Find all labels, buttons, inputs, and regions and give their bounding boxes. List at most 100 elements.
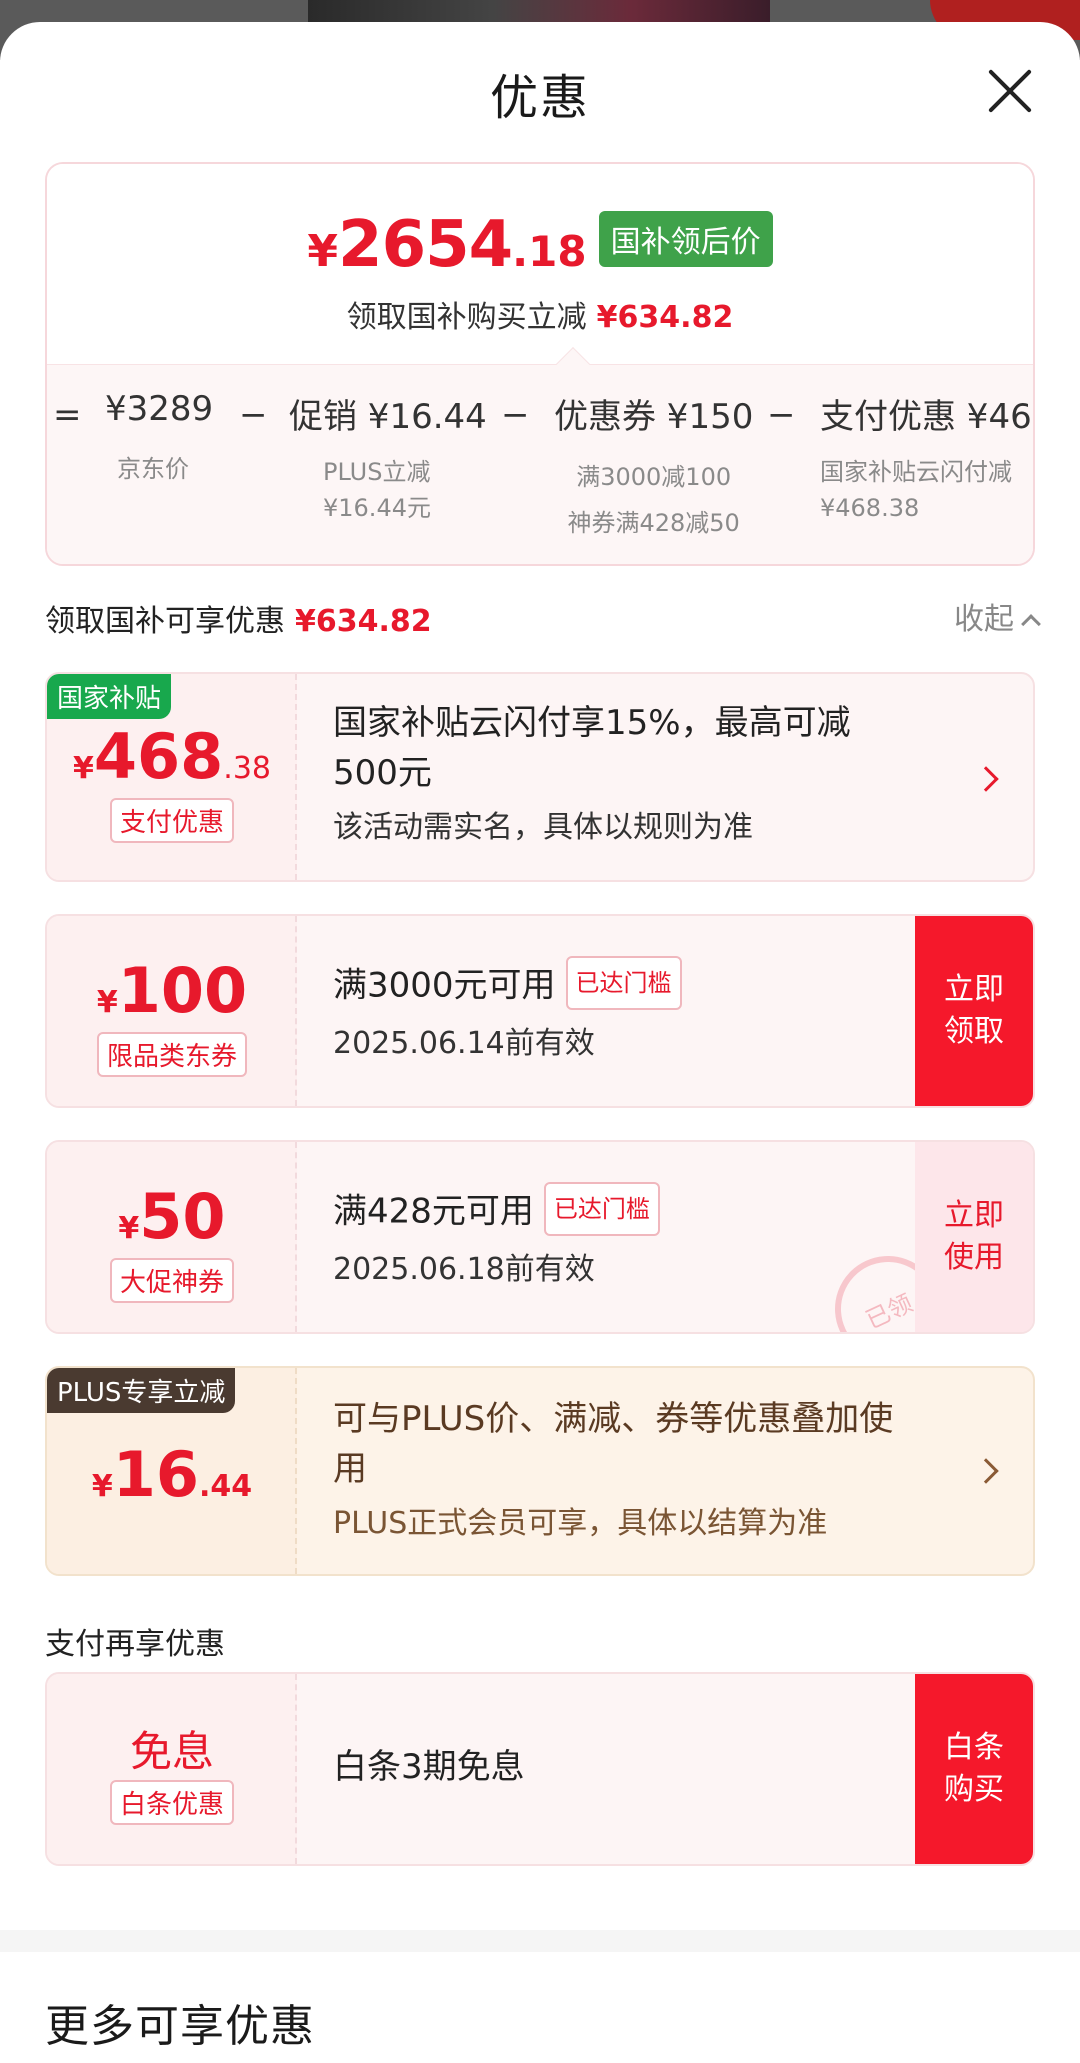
formula-value: 优惠券 ¥150 — [554, 397, 754, 437]
coupon-content: 白条3期免息 — [333, 1742, 903, 1792]
price-summary-card: ¥2654.18 国补领后价 领取国补购买立减 ¥634.82 = ¥3289 京东… — [45, 162, 1035, 566]
formula-label: 满3000减100 神券满428减50 — [554, 454, 753, 546]
coupon-content: 满428元可用 已达门槛 2025.06.18前有效 — [333, 1182, 903, 1288]
pill-label: 大促神券 — [109, 1258, 234, 1303]
price-formula: = ¥3289 京东价 − 促销 ¥16.44 PLUS立减 ¥16.44元 −… — [47, 364, 1035, 564]
action-label: 立即领取 — [944, 972, 1004, 1049]
interest-free-label: 免息 — [129, 1727, 214, 1776]
currency-symbol: ¥ — [72, 751, 94, 786]
collapse-label: 收起 — [954, 602, 1014, 637]
coupon-card-plus[interactable]: PLUS专享立减 ¥16.44 可与PLUS价、满减、券等优惠叠加使用 PLUS… — [45, 1366, 1035, 1576]
final-price: ¥2654.18 — [307, 208, 586, 282]
currency-symbol: ¥ — [96, 985, 118, 1020]
pill-label: 支付优惠 — [109, 798, 234, 843]
coupon-title: 满3000元可用 — [333, 965, 556, 1006]
savings-line: 领取国补购买立减 ¥634.82 — [47, 292, 1033, 336]
coupon-card-subsidy[interactable]: 国家补贴 ¥468.38 支付优惠 国家补贴云闪付享15%，最高可减500元 该… — [45, 672, 1035, 882]
claim-now-button[interactable]: 立即领取 — [915, 916, 1033, 1106]
coupon-type-pill: 限品类东券 — [47, 1032, 297, 1077]
coupon-title: 满428元可用 — [333, 1191, 534, 1232]
chevron-up-icon — [1021, 614, 1041, 634]
chevron-right-icon[interactable] — [973, 1458, 999, 1484]
minus-sign: − — [239, 395, 268, 435]
coupon-title: 国家补贴云闪付享15%，最高可减500元 — [333, 703, 851, 793]
coupon-content: 国家补贴云闪付享15%，最高可减500元 该活动需实名，具体以规则为准 — [333, 698, 903, 846]
section-header-subsidy: 领取国补可享优惠 ¥634.82 — [45, 596, 432, 640]
subsidy-price-tag: 国补领后价 — [598, 211, 773, 267]
final-price-row: ¥2654.18 国补领后价 — [47, 208, 1033, 282]
formula-value: 支付优惠 ¥468 — [820, 397, 1035, 437]
coupon-content: 可与PLUS价、满减、券等优惠叠加使用 PLUS正式会员可享，具体以结算为准 — [333, 1394, 903, 1542]
sheet-title: 优惠 — [489, 70, 590, 126]
pill-label: 限品类东券 — [96, 1032, 247, 1077]
coupon-title-row: 满3000元可用 已达门槛 — [333, 956, 903, 1014]
coupon-card-baitiao: 免息 白条优惠 白条3期免息 白条购买 — [45, 1672, 1035, 1866]
action-label: 白条购买 — [944, 1730, 1004, 1807]
discount-sheet: 优惠 ¥2654.18 国补领后价 领取国补购买立减 ¥634.82 = ¥3289… — [0, 22, 1080, 2063]
close-icon[interactable] — [986, 66, 1036, 116]
amount-decimal: .44 — [199, 1469, 253, 1504]
formula-item-coupon: 优惠券 ¥150 满3000减100 神券满428减50 — [554, 389, 753, 546]
amount-integer: 16 — [112, 1438, 199, 1511]
section-amount: ¥634.82 — [295, 604, 432, 639]
coupon-content: 满3000元可用 已达门槛 2025.06.14前有效 — [333, 956, 903, 1062]
currency-symbol: ¥ — [307, 226, 339, 277]
minus-sign: − — [767, 395, 796, 435]
minus-sign: − — [501, 395, 530, 435]
coupon-amount: ¥468.38 — [47, 720, 297, 793]
formula-item-jd-price: ¥3289 京东价 — [105, 389, 213, 487]
coupon-type-pill: 支付优惠 — [47, 798, 297, 843]
coupon-title: 可与PLUS价、满减、券等优惠叠加使用 — [333, 1399, 894, 1489]
section-divider — [0, 1930, 1080, 1952]
formula-label-line1: PLUS立减 — [323, 458, 431, 486]
coupon-card-50: ¥50 大促神券 满428元可用 已达门槛 2025.06.18前有效 已领 立即… — [45, 1140, 1035, 1334]
coupon-subtitle: 该活动需实名，具体以规则为准 — [333, 810, 753, 845]
corner-tag: PLUS专享立减 — [47, 1368, 236, 1413]
formula-item-payment: 支付优惠 ¥468 国家补贴云闪付减 ¥468.38 — [820, 389, 1035, 526]
coupon-subtitle: PLUS正式会员可享，具体以结算为准 — [333, 1506, 828, 1541]
formula-label: 京东价 — [117, 455, 189, 483]
summary-top: ¥2654.18 国补领后价 领取国补购买立减 ¥634.82 — [47, 164, 1033, 364]
coupon-type-pill: 大促神券 — [47, 1258, 297, 1303]
currency-symbol: ¥ — [118, 1211, 140, 1246]
chevron-right-icon[interactable] — [973, 766, 999, 792]
amount-decimal: .38 — [223, 751, 271, 786]
amount-integer: 468 — [93, 720, 224, 793]
baitiao-buy-button[interactable]: 白条购买 — [915, 1674, 1033, 1864]
formula-label-line2: 神券满428减50 — [567, 509, 740, 537]
amount-integer: 50 — [139, 1180, 226, 1253]
coupon-title: 白条3期免息 — [333, 1747, 525, 1787]
formula-label: 国家补贴云闪付减 ¥468.38 — [820, 454, 1033, 526]
coupon-expiry: 2025.06.18前有效 — [333, 1252, 595, 1287]
coupon-type-pill: 白条优惠 — [47, 1780, 297, 1825]
formula-label: PLUS立减 ¥16.44元 — [289, 454, 487, 526]
formula-label-line1: 国家补贴云闪付减 — [820, 458, 1012, 486]
equals-sign: = — [53, 395, 82, 435]
savings-amount: ¥634.82 — [596, 300, 734, 335]
amount-integer: 100 — [117, 954, 248, 1027]
pill-label: 白条优惠 — [109, 1780, 234, 1825]
section-header-payment: 支付再享优惠 — [45, 1627, 225, 1662]
formula-value: 促销 ¥16.44 — [289, 397, 487, 437]
stamp-label: 已领 — [861, 1288, 917, 1334]
price-integer: 2654 — [338, 208, 513, 282]
corner-tag: 国家补贴 — [47, 674, 172, 719]
coupon-amount: ¥50 — [47, 1180, 297, 1253]
action-label: 立即使用 — [944, 1198, 1004, 1275]
section-label: 领取国补可享优惠 — [45, 604, 285, 639]
use-now-button[interactable]: 立即使用 — [915, 1142, 1033, 1332]
formula-label-line1: 满3000减100 — [576, 463, 732, 491]
coupon-card-100: ¥100 限品类东券 满3000元可用 已达门槛 2025.06.14前有效 立即… — [45, 914, 1035, 1108]
collapse-button[interactable]: 收起 — [954, 594, 1041, 638]
price-decimal: .18 — [512, 227, 587, 276]
currency-symbol: ¥ — [91, 1469, 113, 1504]
threshold-met-badge: 已达门槛 — [543, 1182, 660, 1236]
savings-label: 领取国补购买立减 — [346, 300, 587, 335]
formula-label-line2: ¥16.44元 — [323, 494, 431, 522]
more-offers-title: 更多可享优惠 — [45, 2001, 315, 2052]
formula-item-promo: 促销 ¥16.44 PLUS立减 ¥16.44元 — [289, 389, 487, 526]
formula-label-line2: ¥468.38 — [820, 494, 920, 522]
coupon-title-row: 满428元可用 已达门槛 — [333, 1182, 903, 1240]
coupon-amount: ¥100 — [47, 954, 297, 1027]
coupon-expiry: 2025.06.14前有效 — [333, 1026, 595, 1061]
